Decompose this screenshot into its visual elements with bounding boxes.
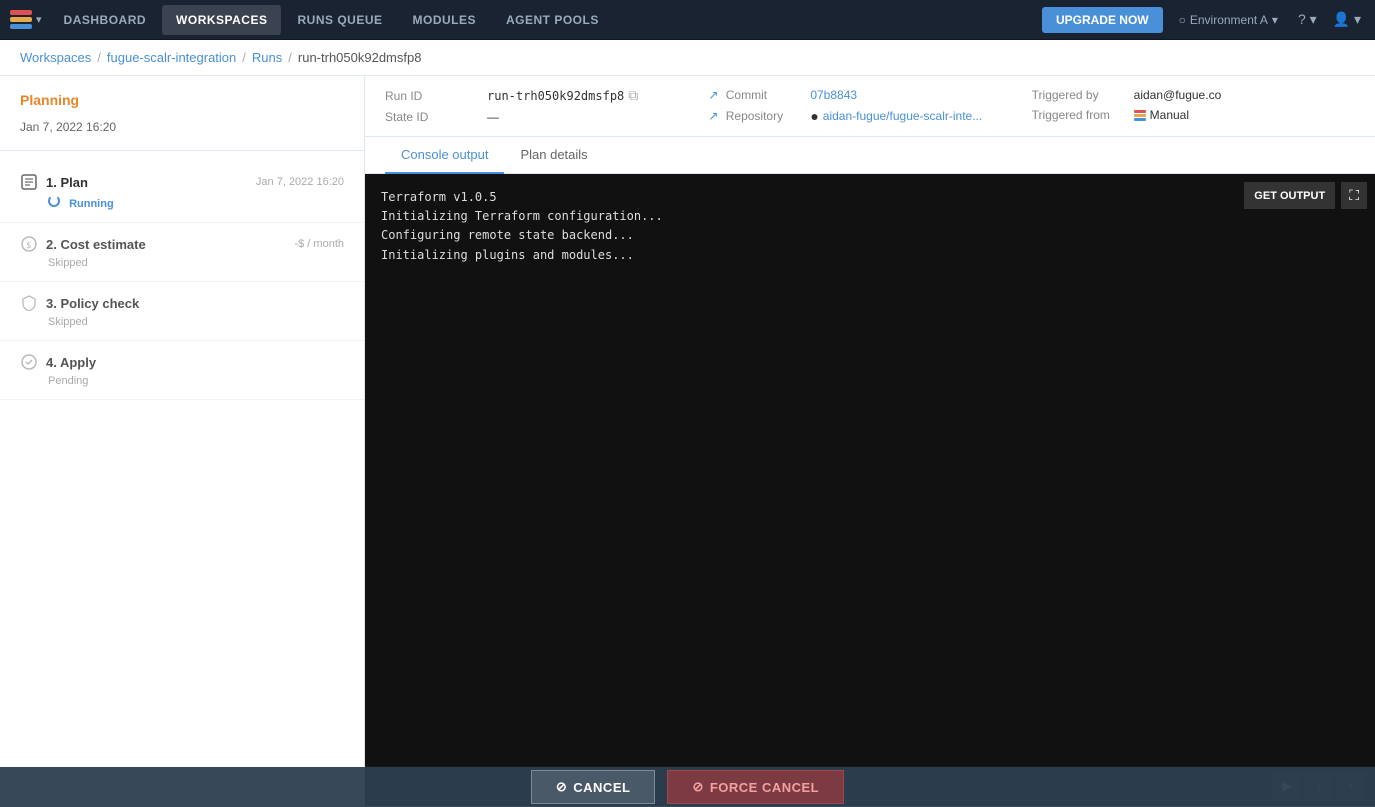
github-icon: ● (810, 108, 818, 124)
bottom-action-bar: ⊘ CANCEL ⊘ FORCE CANCEL (0, 767, 1375, 807)
policy-icon (20, 294, 38, 312)
tab-console-output[interactable]: Console output (385, 137, 504, 174)
run-status: Planning (20, 92, 344, 108)
plan-icon (20, 173, 38, 191)
meta-group-ids: Run ID run-trh050k92dmsfp8 ⧉ State ID — (385, 76, 708, 136)
step-policy-label: 3. Policy check (46, 296, 139, 311)
svg-text:$: $ (26, 241, 31, 251)
step-cost-status: Skipped (20, 257, 344, 269)
commit-value[interactable]: 07b8843 (810, 88, 857, 102)
cancel-icon: ⊘ (556, 779, 567, 795)
left-panel: Planning Jan 7, 2022 16:20 1. Plan (0, 76, 365, 806)
state-id-label: State ID (385, 110, 475, 124)
cost-icon: $ (20, 235, 38, 253)
cancel-label: CANCEL (573, 780, 630, 795)
apply-icon (20, 353, 38, 371)
run-id-label: Run ID (385, 89, 475, 103)
run-id-value: run-trh050k92dmsfp8 ⧉ (487, 88, 638, 104)
step-plan[interactable]: 1. Plan Jan 7, 2022 16:20 Running (0, 161, 364, 223)
console-tabs: Console output Plan details (365, 137, 1375, 174)
console-output: GET OUTPUT ⛶ Terraform v1.0.5 Initializi… (365, 174, 1375, 766)
step-plan-label: 1. Plan (46, 175, 88, 190)
triggered-by-label: Triggered by (1032, 88, 1122, 102)
state-id-value: — (487, 110, 499, 124)
nav-right: UPGRADE NOW ○ Environment A ▾ ? ▾ 👤 ▾ (1042, 7, 1365, 33)
step-cost-label: 2. Cost estimate (46, 237, 146, 252)
cancel-button[interactable]: ⊘ CANCEL (531, 770, 656, 804)
force-cancel-icon: ⊘ (692, 779, 703, 795)
breadcrumb: Workspaces / fugue-scalr-integration / R… (0, 40, 1375, 76)
step-apply-status: Pending (20, 375, 344, 387)
run-date: Jan 7, 2022 16:20 (20, 120, 344, 134)
external-link-icon: ↗ (708, 88, 718, 102)
triggered-from-value: Manual (1134, 108, 1189, 122)
right-panel: Run ID run-trh050k92dmsfp8 ⧉ State ID — … (365, 76, 1375, 806)
nav-agent-pools[interactable]: AGENT POOLS (492, 5, 613, 35)
triggered-from-label: Triggered from (1032, 108, 1122, 122)
meta-group-commit: ↗ Commit 07b8843 ↗ Repository ● aidan-fu… (708, 76, 1031, 136)
step-cost-amount: -$ / month (294, 238, 344, 250)
run-metadata: Run ID run-trh050k92dmsfp8 ⧉ State ID — … (365, 76, 1375, 137)
run-info: Planning Jan 7, 2022 16:20 (0, 76, 364, 151)
step-policy-status: Skipped (20, 316, 344, 328)
manual-icon (1134, 110, 1146, 121)
console-text: Terraform v1.0.5 Initializing Terraform … (381, 188, 1359, 265)
breadcrumb-workspaces[interactable]: Workspaces (20, 50, 91, 65)
tab-plan-details[interactable]: Plan details (504, 137, 603, 174)
user-button[interactable]: 👤 ▾ (1329, 7, 1365, 32)
step-apply[interactable]: 4. Apply Pending (0, 341, 364, 400)
help-button[interactable]: ? ▾ (1294, 7, 1321, 32)
nav-workspaces[interactable]: WORKSPACES (162, 5, 281, 35)
triggered-by-value: aidan@fugue.co (1134, 88, 1222, 102)
get-output-button[interactable]: GET OUTPUT (1244, 182, 1335, 209)
force-cancel-button[interactable]: ⊘ FORCE CANCEL (667, 770, 844, 804)
upgrade-button[interactable]: UPGRADE NOW (1042, 7, 1163, 33)
logo[interactable]: ▾ (10, 10, 42, 29)
repository-value[interactable]: ● aidan-fugue/fugue-scalr-inte... (810, 108, 982, 124)
copy-run-id-icon[interactable]: ⧉ (628, 88, 638, 104)
logo-dropdown-btn[interactable]: ▾ (36, 13, 42, 26)
step-plan-status: Running (20, 195, 344, 210)
nav-modules[interactable]: MODULES (399, 5, 491, 35)
top-navigation: ▾ DASHBOARD WORKSPACES RUNS QUEUE MODULE… (0, 0, 1375, 40)
repository-label: ↗ Repository (708, 109, 798, 123)
repo-link-icon: ↗ (708, 109, 718, 123)
nav-items: DASHBOARD WORKSPACES RUNS QUEUE MODULES … (50, 5, 1042, 35)
step-apply-label: 4. Apply (46, 355, 96, 370)
commit-label: ↗ Commit (708, 88, 798, 102)
fullscreen-button[interactable]: ⛶ (1341, 182, 1367, 209)
nav-dashboard[interactable]: DASHBOARD (50, 5, 161, 35)
breadcrumb-run-id: run-trh050k92dmsfp8 (298, 50, 422, 65)
breadcrumb-workspace-name[interactable]: fugue-scalr-integration (107, 50, 236, 65)
steps-list: 1. Plan Jan 7, 2022 16:20 Running $ (0, 151, 364, 410)
step-policy-check[interactable]: 3. Policy check Skipped (0, 282, 364, 341)
console-toolbar: GET OUTPUT ⛶ (1244, 182, 1367, 209)
main-content: Planning Jan 7, 2022 16:20 1. Plan (0, 76, 1375, 806)
force-cancel-label: FORCE CANCEL (710, 780, 819, 795)
breadcrumb-runs[interactable]: Runs (252, 50, 282, 65)
meta-group-triggered: Triggered by aidan@fugue.co Triggered fr… (1032, 76, 1355, 136)
environment-selector[interactable]: ○ Environment A ▾ (1171, 9, 1286, 31)
step-cost-estimate[interactable]: $ 2. Cost estimate -$ / month Skipped (0, 223, 364, 282)
nav-runs-queue[interactable]: RUNS QUEUE (283, 5, 396, 35)
step-plan-date: Jan 7, 2022 16:20 (256, 176, 344, 188)
